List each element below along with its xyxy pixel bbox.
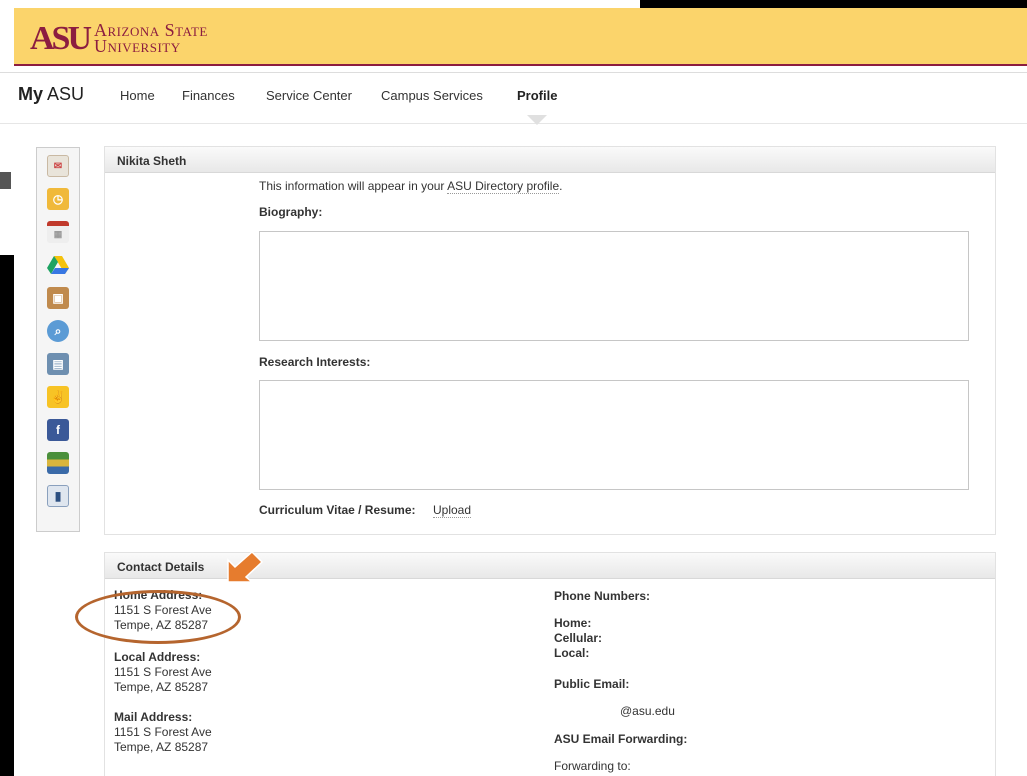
package-icon[interactable]: ▣ xyxy=(47,287,69,309)
phone-numbers-title: Phone Numbers: xyxy=(554,589,651,603)
local-address-label: Local Address: xyxy=(114,650,201,664)
nav-profile[interactable]: Profile xyxy=(517,88,557,103)
phone-home-label: Home: xyxy=(554,616,592,630)
cv-upload-link[interactable]: Upload xyxy=(433,503,472,518)
phone-cellular-label: Cellular: xyxy=(554,631,603,645)
nav-campus-services[interactable]: Campus Services xyxy=(381,88,483,103)
google-drive-icon[interactable] xyxy=(47,254,69,276)
directory-notice-text: This information will appear in your xyxy=(259,179,448,193)
phone-local-label: Local: xyxy=(554,646,590,660)
outlook-icon[interactable]: ◷ xyxy=(47,188,69,210)
brand-my: My xyxy=(18,84,44,104)
books-icon[interactable] xyxy=(47,452,69,474)
screen-edge-left xyxy=(0,255,14,776)
notice-period: . xyxy=(559,179,563,193)
local-address-line2: Tempe, AZ 85287 xyxy=(114,680,209,694)
facebook-icon[interactable]: f xyxy=(47,419,69,441)
cv-label: Curriculum Vitae / Resume: xyxy=(259,503,416,517)
header-divider xyxy=(0,72,1027,73)
annotation-oval xyxy=(75,590,241,644)
biography-label: Biography: xyxy=(259,205,323,219)
forwarding-to-label: Forwarding to: xyxy=(554,759,631,773)
email-forwarding-title: ASU Email Forwarding: xyxy=(554,732,688,746)
asu-logo-mark: ASU xyxy=(30,20,92,57)
directory-notice: This information will appear in your ASU… xyxy=(259,179,563,194)
mail-address-line2: Tempe, AZ 85287 xyxy=(114,740,209,754)
nav-home[interactable]: Home xyxy=(120,88,155,103)
asu-directory-link[interactable]: ASU Directory profile xyxy=(447,179,560,194)
active-tab-caret xyxy=(527,115,547,125)
public-email-title: Public Email: xyxy=(554,677,630,691)
main-nav: My ASU Home Finances Service Center Camp… xyxy=(0,74,1027,125)
mail-address-label: Mail Address: xyxy=(114,710,193,724)
calendar-icon[interactable]: ▦ xyxy=(47,221,69,243)
mail-address-line1: 1151 S Forest Ave xyxy=(114,725,212,739)
cards-icon[interactable]: ▤ xyxy=(47,353,69,375)
nav-service-center[interactable]: Service Center xyxy=(266,88,352,103)
research-textarea[interactable] xyxy=(259,380,969,490)
asu-header: ASU Arizona State University xyxy=(14,8,1027,66)
profile-name: Nikita Sheth xyxy=(105,147,995,173)
research-label: Research Interests: xyxy=(259,355,371,369)
email-icon[interactable]: ✉ xyxy=(47,155,69,177)
brand-asu: ASU xyxy=(43,84,85,104)
asu-logo-wordmark: Arizona State University xyxy=(94,21,208,56)
nav-finances[interactable]: Finances xyxy=(182,88,235,103)
annotation-arrow-icon xyxy=(227,552,264,583)
globe-search-icon[interactable]: ⌕ xyxy=(47,320,69,342)
local-address-line1: 1151 S Forest Ave xyxy=(114,665,212,679)
screen-edge-marker xyxy=(0,172,11,189)
public-email-value: @asu.edu xyxy=(620,704,675,718)
logo-line2: University xyxy=(94,36,181,56)
notebook-icon[interactable]: ▮ xyxy=(47,485,69,507)
sun-devil-icon[interactable]: ✌ xyxy=(47,386,69,408)
app-sidebar: ✉ ◷ ▦ ▣ ⌕ ▤ ✌ f ▮ xyxy=(36,147,80,532)
biography-textarea[interactable] xyxy=(259,231,969,341)
my-asu-brand[interactable]: My ASU xyxy=(18,84,84,105)
